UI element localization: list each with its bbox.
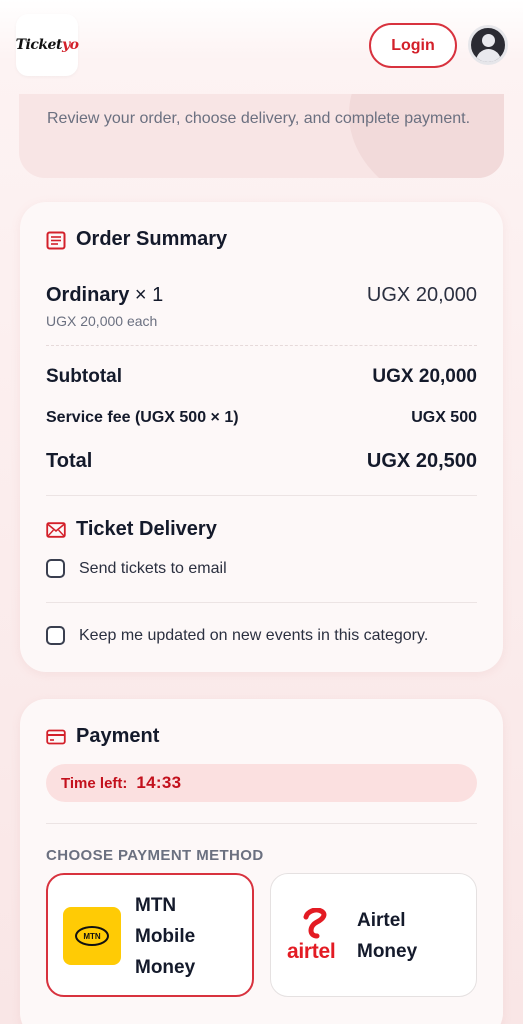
divider: [46, 602, 477, 603]
ticket-price: UGX 20,000: [366, 284, 477, 306]
top-header: Ticketyo Login: [0, 0, 523, 92]
divider: [46, 345, 477, 346]
ticket-delivery-title: Ticket Delivery: [76, 518, 217, 540]
payment-method-label: CHOOSE PAYMENT METHOD: [46, 847, 264, 864]
airtel-label-line: Airtel: [357, 910, 406, 931]
logo-accent: yo: [61, 37, 79, 53]
payment-title: Payment: [76, 725, 160, 747]
logo-text: Ticketyo: [16, 37, 79, 53]
mtn-logo: MTN: [63, 907, 121, 965]
ticket-delivery-heading: Ticket Delivery: [46, 518, 217, 541]
ticket-line-item: Ordinary × 1 UGX 20,000: [46, 284, 477, 307]
updates-option[interactable]: Keep me updated on new events in this ca…: [46, 626, 428, 645]
divider: [46, 823, 477, 824]
intro-text: Review your order, choose delivery, and …: [47, 110, 471, 127]
subtotal-value: UGX 20,000: [372, 366, 477, 387]
envelope-icon: [46, 521, 66, 539]
mtn-label-line: MTN: [135, 895, 177, 916]
logo-main: Ticket: [15, 37, 63, 53]
time-left-label: Time left:: [61, 774, 128, 792]
login-button[interactable]: Login: [369, 23, 457, 68]
divider: [46, 495, 477, 496]
updates-label: Keep me updated on new events in this ca…: [79, 626, 429, 644]
intro-banner: Review your order, choose delivery, and …: [19, 94, 504, 178]
total-value: UGX 20,500: [366, 450, 477, 472]
mtn-option-label: MTN Mobile Money: [135, 890, 195, 983]
credit-card-icon: [46, 728, 66, 746]
ticket-name: Ordinary: [46, 284, 130, 306]
updates-checkbox[interactable]: [46, 626, 65, 645]
total-row: Total UGX 20,500: [46, 450, 477, 473]
airtel-swirl-icon: [303, 908, 327, 939]
email-tickets-checkbox[interactable]: [46, 559, 65, 578]
mtn-label-line: Money: [135, 957, 196, 978]
service-fee-row: Service fee (UGX 500 × 1) UGX 500: [46, 409, 477, 427]
checkout-page: Ticketyo Login Review your order, choose…: [0, 0, 523, 1024]
receipt-icon: [46, 231, 66, 249]
ticket-name-qty: Ordinary × 1: [46, 284, 163, 307]
order-summary-heading: Order Summary: [46, 228, 227, 251]
payment-heading: Payment: [46, 725, 159, 748]
airtel-label-line: Money: [357, 941, 418, 962]
order-summary-title: Order Summary: [76, 228, 228, 250]
time-left-banner: Time left: 14:33: [46, 764, 477, 802]
airtel-option-label: Airtel Money: [357, 905, 417, 967]
email-tickets-option[interactable]: Send tickets to email: [46, 559, 227, 578]
subtotal-label: Subtotal: [46, 366, 122, 387]
subtotal-row: Subtotal UGX 20,000: [46, 366, 477, 388]
ticket-each-price: UGX 20,000 each: [46, 313, 158, 329]
ticket-qty: × 1: [134, 284, 164, 306]
time-left-value: 14:33: [136, 773, 182, 792]
user-avatar-icon[interactable]: [468, 25, 508, 65]
email-tickets-label: Send tickets to email: [79, 559, 227, 577]
airtel-wordmark: airtel: [287, 940, 336, 963]
service-fee-value: UGX 500: [411, 409, 477, 426]
total-label: Total: [46, 450, 93, 472]
order-summary-card: Order Summary Ordinary × 1 UGX 20,000 UG…: [20, 202, 503, 672]
ticket-each-row: UGX 20,000 each: [46, 313, 477, 329]
airtel-logo: airtel: [287, 908, 343, 966]
ticketyo-logo[interactable]: Ticketyo: [16, 14, 79, 76]
mtn-label-line: Mobile: [135, 926, 196, 947]
service-fee-label: Service fee (UGX 500 × 1): [46, 409, 239, 426]
airtel-money-option[interactable]: airtel Airtel Money: [270, 873, 477, 997]
mtn-mobile-money-option[interactable]: MTN MTN Mobile Money: [46, 873, 254, 997]
mtn-logo-text: MTN: [75, 926, 109, 946]
payment-card: Payment Time left: 14:33 CHOOSE PAYMENT …: [20, 699, 503, 1024]
